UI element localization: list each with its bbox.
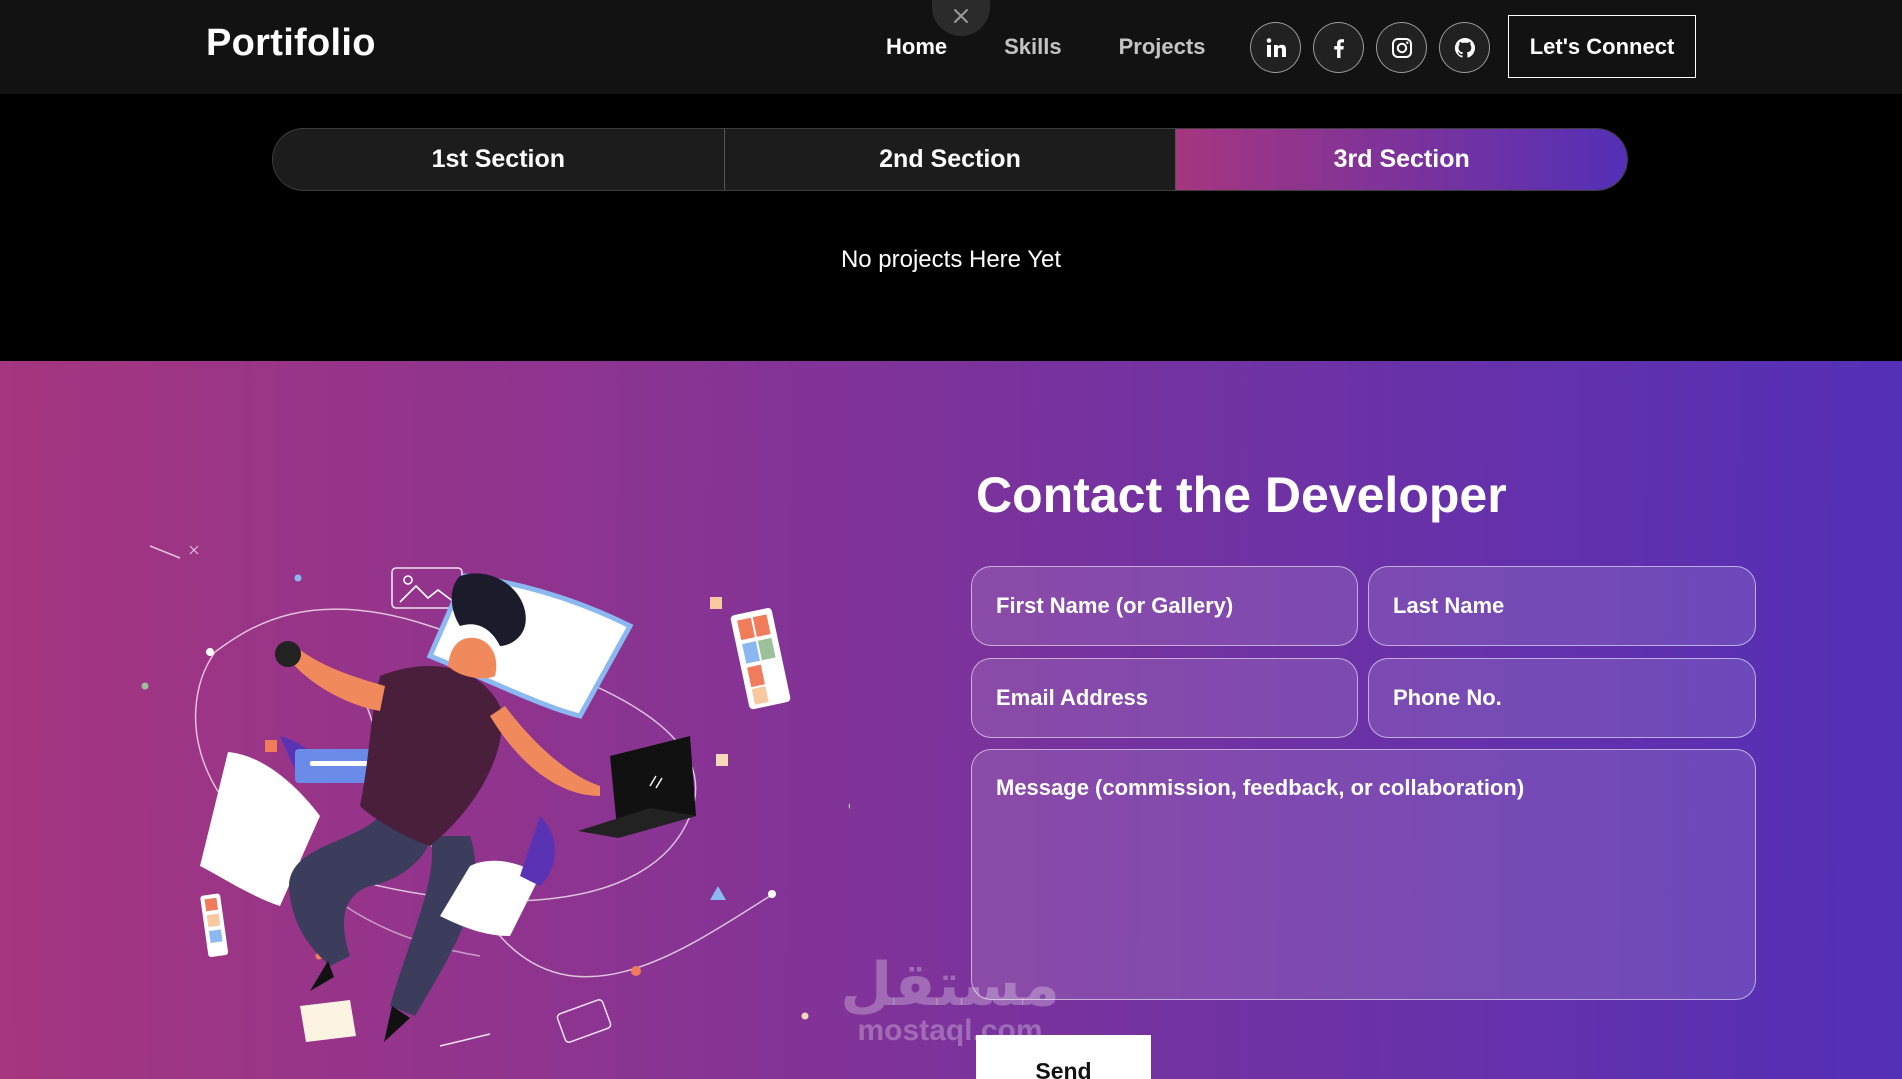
tab-2nd-section[interactable]: 2nd Section <box>725 129 1177 190</box>
developer-illustration <box>141 545 850 1047</box>
contact-section: Contact the Developer Send <box>0 361 1902 1079</box>
navbar: Portifolio Home Skills Projects Let's Co… <box>0 0 1902 94</box>
github-icon <box>1454 37 1475 58</box>
lets-connect-button[interactable]: Let's Connect <box>1508 15 1696 78</box>
github-button[interactable] <box>1439 22 1490 73</box>
close-icon <box>954 9 968 23</box>
nav-links: Home Skills Projects <box>886 34 1205 60</box>
message-field[interactable] <box>971 749 1756 1000</box>
close-overlay-button[interactable] <box>932 0 990 36</box>
facebook-button[interactable] <box>1313 22 1364 73</box>
contact-title: Contact the Developer <box>976 467 1507 523</box>
nav-link-home[interactable]: Home <box>886 34 947 60</box>
social-icons <box>1250 22 1490 73</box>
instagram-button[interactable] <box>1376 22 1427 73</box>
instagram-icon <box>1391 37 1412 58</box>
linkedin-button[interactable] <box>1250 22 1301 73</box>
email-field[interactable] <box>971 658 1358 738</box>
nav-link-skills[interactable]: Skills <box>1004 34 1061 60</box>
phone-field[interactable] <box>1368 658 1756 738</box>
linkedin-icon <box>1266 37 1286 57</box>
tab-3rd-section[interactable]: 3rd Section <box>1176 129 1627 190</box>
facebook-icon <box>1333 38 1344 58</box>
brand-logo[interactable]: Portifolio <box>206 22 376 65</box>
last-name-field[interactable] <box>1368 566 1756 646</box>
tab-1st-section[interactable]: 1st Section <box>273 129 725 190</box>
first-name-field[interactable] <box>971 566 1358 646</box>
project-tabs: 1st Section 2nd Section 3rd Section <box>272 128 1628 191</box>
send-button[interactable]: Send <box>976 1035 1151 1079</box>
empty-projects-message: No projects Here Yet <box>840 246 1062 273</box>
nav-link-projects[interactable]: Projects <box>1119 34 1206 60</box>
